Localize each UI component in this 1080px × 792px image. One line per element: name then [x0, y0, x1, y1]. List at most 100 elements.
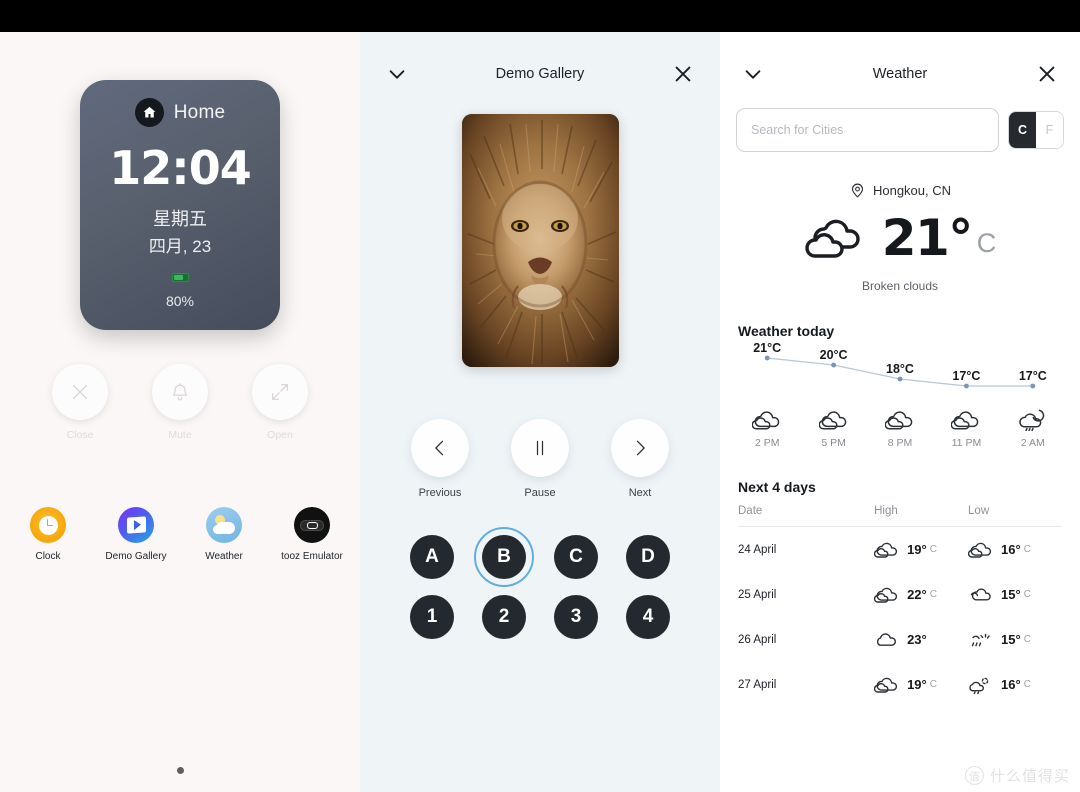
hour-label: 8 PM — [887, 437, 913, 449]
control-close-label: Close — [66, 429, 94, 441]
hourly-forecast-row: 2 PM 5 PM 8 PM 11 PM 2 AM — [720, 407, 1080, 449]
row-date: 27 April — [738, 678, 777, 691]
weather-title: Weather — [872, 66, 928, 82]
current-temperature: 21° — [881, 209, 974, 267]
chevron-down-icon[interactable] — [742, 63, 764, 85]
unit-fahrenheit[interactable]: F — [1036, 112, 1063, 148]
row-high-value: 19° — [907, 677, 927, 692]
button-a[interactable]: A — [410, 535, 454, 579]
current-unit: C — [976, 227, 997, 258]
watch-home-header: Home — [134, 98, 225, 127]
close-icon — [52, 364, 108, 420]
button-b[interactable]: B — [482, 535, 526, 579]
row-high: 23° — [874, 631, 968, 649]
pause-icon — [511, 419, 569, 477]
button-4[interactable]: 4 — [626, 595, 670, 639]
cloud-icon — [885, 411, 913, 430]
row-low: 15° C — [968, 631, 1062, 649]
lion-photo[interactable] — [461, 114, 619, 367]
watch-time: 12:04 — [109, 141, 251, 195]
col-date: Date — [738, 505, 763, 517]
broken-clouds-icon — [970, 588, 991, 600]
media-pause-label: Pause — [524, 487, 556, 499]
row-low-unit: C — [1023, 679, 1031, 690]
right-panel-weather: Weather Search for Cities C F Hongkou, C… — [720, 32, 1080, 792]
media-pause[interactable]: Pause — [511, 419, 569, 499]
chevron-right-icon — [611, 419, 669, 477]
chart-point — [831, 362, 836, 368]
table-row: 24 April 19° C 16° C — [738, 527, 1062, 572]
col-high: High — [874, 505, 898, 517]
location-row: Hongkou, CN — [720, 182, 1080, 199]
button-c-wrap: C — [554, 535, 598, 579]
hour-label: 2 AM — [1020, 437, 1045, 449]
app-demo-gallery[interactable]: Demo Gallery — [104, 507, 168, 562]
rain-sun-icon — [969, 677, 989, 694]
cloud-icon — [877, 632, 897, 646]
button-d-wrap: D — [626, 535, 670, 579]
button-c[interactable]: C — [554, 535, 598, 579]
rain-sun-icon — [971, 633, 990, 646]
battery-icon — [171, 273, 189, 282]
chart-point-label: 20°C — [819, 348, 848, 362]
chevron-down-icon[interactable] — [386, 63, 408, 85]
gallery-app-icon — [118, 507, 154, 543]
cloud-icon — [874, 587, 898, 603]
search-input[interactable]: Search for Cities — [736, 108, 999, 152]
cloud-icon — [874, 542, 898, 558]
chart-point — [964, 383, 969, 389]
media-next[interactable]: Next — [611, 419, 669, 499]
control-close[interactable]: Close — [52, 364, 108, 441]
chart-point-label: 21°C — [753, 341, 782, 355]
row-low-unit: C — [1023, 589, 1031, 600]
row-low-value: 15° — [1001, 587, 1021, 602]
button-d[interactable]: D — [626, 535, 670, 579]
watermark-text: 什么值得买 — [989, 768, 1070, 785]
hour-slot: 2 AM — [1000, 407, 1066, 449]
app-clock-label: Clock — [35, 551, 61, 562]
cloud-icon — [752, 411, 780, 430]
hour-slot: 8 PM — [867, 407, 933, 449]
mid-panel-demo-gallery: Demo Gallery Previous Pause Next A B C D… — [360, 32, 720, 792]
button-2[interactable]: 2 — [482, 595, 526, 639]
gallery-header: Demo Gallery — [360, 46, 720, 102]
close-icon[interactable] — [1036, 63, 1058, 85]
row-date: 26 April — [738, 633, 777, 646]
expand-arrows-icon — [252, 364, 308, 420]
row-low: 15° C — [968, 586, 1062, 604]
app-clock[interactable]: Clock — [16, 507, 80, 562]
watermark-logo: 值 — [964, 766, 984, 785]
row-low: 16° C — [968, 676, 1062, 694]
location-pin-icon — [851, 183, 863, 198]
forecast-table: Date High Low 24 April 19° C 16° C 25 Ap… — [720, 505, 1080, 707]
control-mute[interactable]: Mute — [152, 364, 208, 441]
col-low: Low — [968, 505, 990, 517]
left-panel-launcher: Home 12:04 星期五 四月, 23 80% Close Mute Ope… — [0, 32, 360, 792]
media-previous[interactable]: Previous — [411, 419, 469, 499]
bell-icon — [152, 364, 208, 420]
watch-controls-row: Close Mute Open — [52, 364, 308, 441]
watch-date: 四月, 23 — [148, 237, 212, 256]
tooz-app-icon — [294, 507, 330, 543]
row-high: 19° C — [874, 541, 968, 559]
page-dot[interactable] — [176, 767, 184, 774]
control-open[interactable]: Open — [252, 364, 308, 441]
row-high: 22° C — [874, 586, 968, 604]
button-3[interactable]: 3 — [554, 595, 598, 639]
row-high: 19° C — [874, 676, 968, 694]
button-grid: A B C D 1 2 3 4 — [410, 527, 670, 639]
letter-buttons-row: A B C D — [410, 527, 670, 587]
close-icon[interactable] — [672, 63, 694, 85]
button-1[interactable]: 1 — [410, 595, 454, 639]
unit-celsius[interactable]: C — [1009, 112, 1036, 148]
app-tooz-emulator[interactable]: tooz Emulator — [280, 507, 344, 562]
weather-condition: Broken clouds — [861, 279, 939, 293]
cloud-icon — [951, 411, 979, 430]
hourly-chart: 21°C 20°C 18°C 17°C 17°C — [720, 341, 1080, 397]
watch-weekday: 星期五 — [153, 209, 207, 229]
row-low-value: 16° — [1001, 677, 1021, 692]
app-weather[interactable]: Weather — [192, 507, 256, 562]
control-open-label: Open — [267, 429, 293, 441]
button-2-wrap: 2 — [482, 595, 526, 639]
button-3-wrap: 3 — [554, 595, 598, 639]
